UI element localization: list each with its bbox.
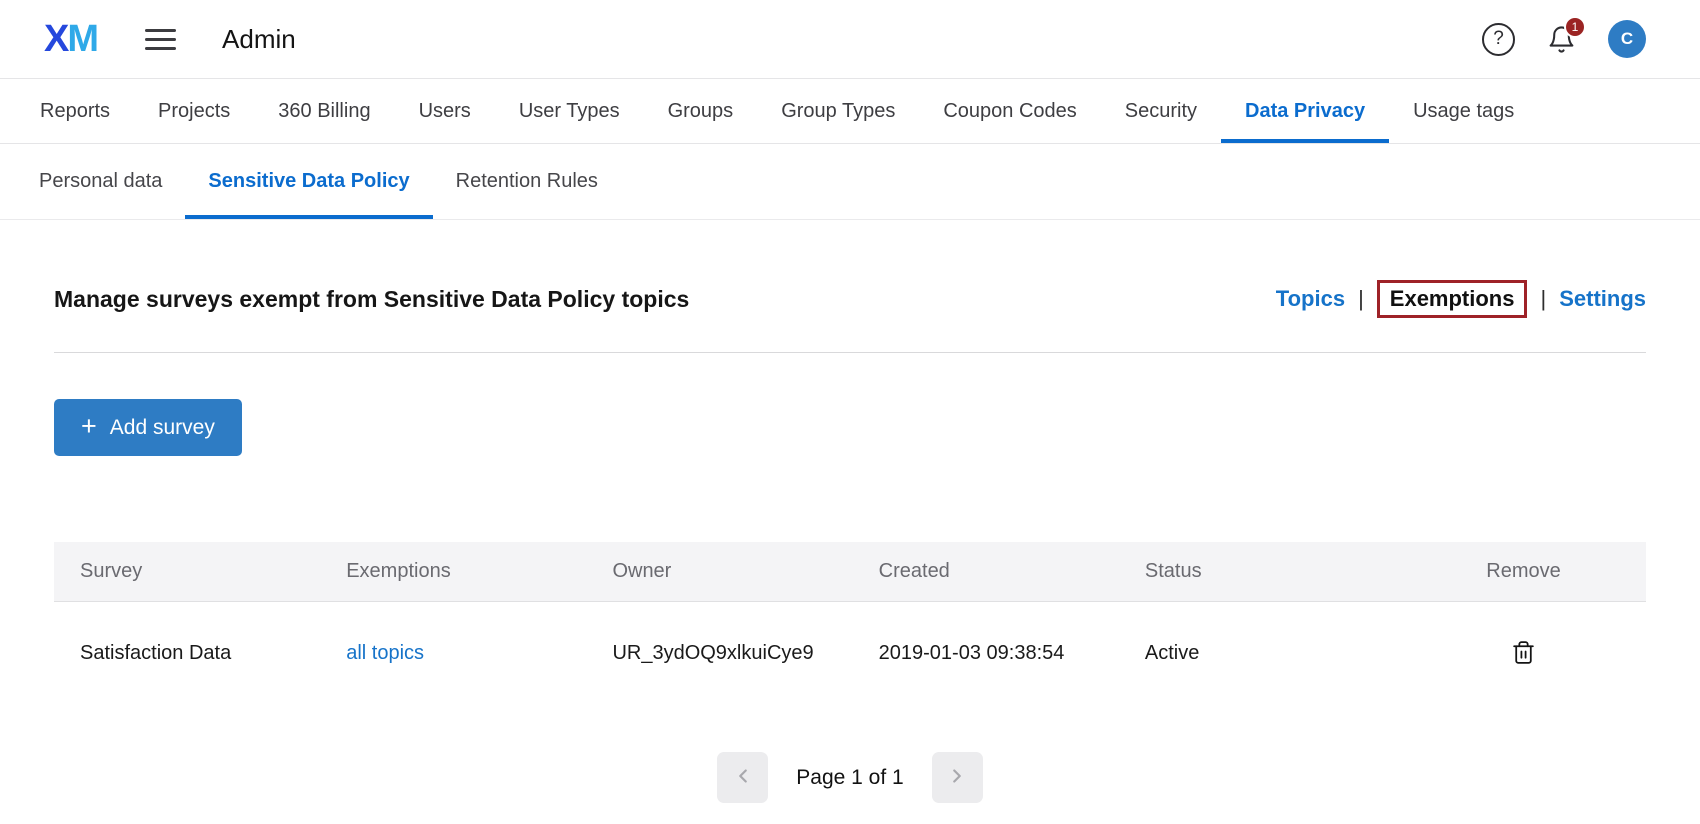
exemptions-annotation-box: Exemptions bbox=[1377, 280, 1528, 318]
column-header-created: Created bbox=[879, 560, 1145, 583]
section-title: Manage surveys exempt from Sensitive Dat… bbox=[54, 286, 689, 313]
cell-created: 2019-01-03 09:38:54 bbox=[879, 642, 1145, 665]
add-survey-label: Add survey bbox=[110, 416, 215, 440]
subtab-retention-rules[interactable]: Retention Rules bbox=[433, 144, 621, 219]
divider bbox=[54, 352, 1646, 353]
subtab-personal-data[interactable]: Personal data bbox=[16, 144, 185, 219]
column-header-survey: Survey bbox=[80, 560, 346, 583]
xm-logo[interactable]: XM bbox=[44, 18, 97, 61]
tab-security[interactable]: Security bbox=[1101, 79, 1221, 143]
tab-group-types[interactable]: Group Types bbox=[757, 79, 919, 143]
remove-survey-button[interactable] bbox=[1507, 636, 1540, 669]
table-header-row: Survey Exemptions Owner Created Status R… bbox=[54, 542, 1646, 602]
separator: | bbox=[1540, 286, 1546, 312]
column-header-remove: Remove bbox=[1411, 560, 1646, 583]
pagination: Page 1 of 1 bbox=[54, 752, 1646, 803]
cell-owner: UR_3ydOQ9xlkuiCye9 bbox=[612, 642, 878, 665]
previous-page-button[interactable] bbox=[717, 752, 768, 803]
tab-usage-tags[interactable]: Usage tags bbox=[1389, 79, 1538, 143]
settings-link[interactable]: Settings bbox=[1559, 286, 1646, 312]
topics-link[interactable]: Topics bbox=[1276, 286, 1345, 312]
view-switcher: Topics | Exemptions | Settings bbox=[1276, 280, 1646, 318]
hamburger-menu-icon[interactable] bbox=[145, 25, 176, 54]
tab-projects[interactable]: Projects bbox=[134, 79, 254, 143]
main-content: Manage surveys exempt from Sensitive Dat… bbox=[0, 220, 1700, 803]
separator: | bbox=[1358, 286, 1364, 312]
trash-icon bbox=[1511, 653, 1536, 668]
notification-badge: 1 bbox=[1564, 16, 1586, 38]
help-icon[interactable]: ? bbox=[1482, 23, 1515, 56]
exemptions-link[interactable]: Exemptions bbox=[1390, 286, 1515, 311]
tab-user-types[interactable]: User Types bbox=[495, 79, 644, 143]
avatar[interactable]: C bbox=[1608, 20, 1646, 58]
cell-status: Active bbox=[1145, 642, 1411, 665]
chevron-left-icon bbox=[732, 765, 754, 790]
table-row: Satisfaction Data all topics UR_3ydOQ9xl… bbox=[54, 602, 1646, 704]
column-header-owner: Owner bbox=[612, 560, 878, 583]
tab-reports[interactable]: Reports bbox=[16, 79, 134, 143]
cell-survey: Satisfaction Data bbox=[80, 642, 346, 665]
chevron-right-icon bbox=[946, 765, 968, 790]
column-header-exemptions: Exemptions bbox=[346, 560, 612, 583]
help-question-mark: ? bbox=[1493, 28, 1504, 50]
xm-logo-m: M bbox=[67, 18, 97, 60]
tab-users[interactable]: Users bbox=[395, 79, 495, 143]
tab-data-privacy[interactable]: Data Privacy bbox=[1221, 79, 1389, 143]
next-page-button[interactable] bbox=[932, 752, 983, 803]
tab-groups[interactable]: Groups bbox=[644, 79, 758, 143]
add-survey-button[interactable]: + Add survey bbox=[54, 399, 242, 456]
tab-360-billing[interactable]: 360 Billing bbox=[254, 79, 394, 143]
column-header-status: Status bbox=[1145, 560, 1411, 583]
plus-icon: + bbox=[81, 413, 97, 440]
tab-coupon-codes[interactable]: Coupon Codes bbox=[919, 79, 1100, 143]
primary-nav: Reports Projects 360 Billing Users User … bbox=[0, 79, 1700, 144]
exemptions-table: Survey Exemptions Owner Created Status R… bbox=[54, 542, 1646, 704]
all-topics-link[interactable]: all topics bbox=[346, 642, 424, 664]
subtab-sensitive-data-policy[interactable]: Sensitive Data Policy bbox=[185, 144, 432, 219]
top-bar: XM Admin ? 1 C bbox=[0, 0, 1700, 79]
xm-logo-x: X bbox=[44, 18, 67, 60]
app-title: Admin bbox=[222, 24, 296, 55]
notifications-button[interactable]: 1 bbox=[1547, 25, 1576, 54]
page-indicator: Page 1 of 1 bbox=[796, 766, 903, 790]
secondary-nav: Personal data Sensitive Data Policy Rete… bbox=[0, 144, 1700, 220]
